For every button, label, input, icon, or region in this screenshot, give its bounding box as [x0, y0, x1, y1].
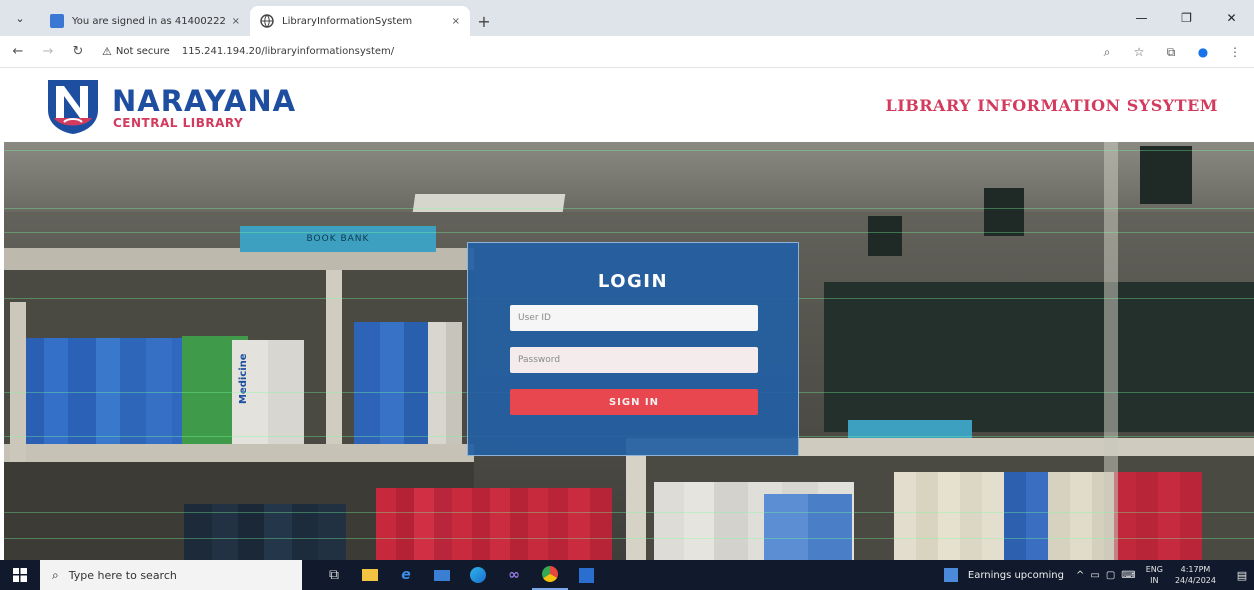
search-placeholder: Type here to search: [68, 568, 177, 582]
password-input[interactable]: [510, 347, 758, 373]
chevron-down-icon: ⌄: [15, 11, 25, 25]
zoom-icon[interactable]: ⌕: [1096, 40, 1118, 64]
back-shelf: [824, 282, 1254, 432]
brand-subtitle: CENTRAL LIBRARY: [113, 116, 244, 130]
url-text[interactable]: 115.241.194.20/libraryinformationsystem/: [182, 46, 394, 57]
site-favicon-icon: [50, 14, 64, 28]
window: [984, 188, 1024, 236]
address-bar[interactable]: ⚠ Not secure 115.241.194.20/libraryinfor…: [102, 40, 1002, 64]
keyboard-icon[interactable]: ⌨: [1121, 570, 1135, 581]
scan-line: [4, 232, 1254, 233]
news-text: Earnings upcoming: [967, 569, 1064, 581]
input-language[interactable]: ENG IN: [1146, 564, 1163, 586]
login-title: LOGIN: [597, 271, 669, 292]
forward-button[interactable]: →: [36, 40, 60, 64]
task-view-icon[interactable]: ⧉: [316, 560, 352, 590]
clock-date: 24/4/2024: [1174, 576, 1216, 585]
battery-icon[interactable]: ▭: [1090, 570, 1099, 581]
scan-line: [4, 150, 1254, 151]
tab-title: You are signed in as 41400222: [72, 15, 226, 27]
book-row: [894, 472, 1224, 560]
outlook-icon[interactable]: [568, 560, 604, 590]
site-header: NARAYANA CENTRAL LIBRARY LIBRARY INFORMA…: [0, 68, 1254, 142]
profile-icon[interactable]: ●: [1192, 40, 1214, 64]
tab-search-button[interactable]: ⌄: [0, 0, 40, 36]
site-title: LIBRARY INFORMATION SYSYTEM: [885, 96, 1218, 115]
shelf-upright: [1104, 142, 1118, 560]
narayana-logo: [46, 78, 100, 134]
tab-title: LibraryInformationSystem: [282, 15, 413, 27]
window-controls: — ❐ ✕: [1119, 0, 1254, 36]
tab-signed-in[interactable]: You are signed in as 41400222 ×: [40, 6, 250, 36]
shelf-upright: [626, 438, 646, 560]
restore-button[interactable]: ❐: [1164, 0, 1209, 36]
book-row: [354, 322, 464, 446]
lang-region: IN: [1150, 576, 1159, 585]
tab-close-icon[interactable]: ×: [452, 16, 460, 27]
back-button[interactable]: ←: [6, 40, 30, 64]
ceiling-light: [412, 194, 566, 212]
globe-icon: [260, 14, 274, 28]
security-status[interactable]: Not secure: [116, 46, 170, 57]
tray-icons: ^ ▭ ▢ ⌨: [1076, 570, 1136, 581]
edge-icon[interactable]: [460, 560, 496, 590]
taskbar-clock[interactable]: 4:17PM 24/4/2024: [1175, 564, 1216, 586]
start-button[interactable]: [0, 560, 40, 590]
notification-icon[interactable]: ▤: [1230, 560, 1254, 590]
book-bank-sign: BOOK BANK: [240, 226, 436, 252]
window: [1140, 146, 1192, 204]
extensions-icon[interactable]: ⧉: [1160, 40, 1182, 64]
reload-button[interactable]: ↻: [66, 40, 90, 64]
network-icon[interactable]: ▢: [1106, 570, 1115, 581]
browser-tab-strip: ⌄ You are signed in as 41400222 × Librar…: [0, 0, 1254, 36]
scan-line: [4, 512, 1254, 513]
shelf-mid: [4, 444, 474, 462]
app-icon[interactable]: ∞: [496, 560, 532, 590]
window: [868, 216, 902, 256]
news-icon: [943, 568, 958, 582]
minimize-button[interactable]: —: [1119, 0, 1164, 36]
book-row: [376, 488, 612, 560]
browser-toolbar: ← → ↻ ⚠ Not secure 115.241.194.20/librar…: [0, 36, 1254, 68]
new-tab-button[interactable]: +: [470, 6, 498, 36]
windows-taskbar: ⌕ Type here to search ⧉ e ∞ Earnings upc…: [0, 560, 1254, 590]
system-tray: Earnings upcoming ^ ▭ ▢ ⌨ ENG IN 4:17PM …: [943, 560, 1254, 590]
ceiling: [4, 142, 1254, 212]
lang-code: ENG: [1145, 565, 1163, 574]
book-row: [764, 494, 854, 560]
chevron-up-icon[interactable]: ^: [1076, 570, 1084, 581]
scan-line: [4, 538, 1254, 539]
windows-logo-icon: [13, 568, 27, 582]
book-row: [18, 338, 198, 444]
toolbar-actions: ⌕ ☆ ⧉ ● ⋮: [1096, 40, 1246, 64]
shelf-sign: [848, 420, 972, 440]
login-panel: LOGIN SIGN IN: [467, 242, 799, 456]
taskbar-apps: ⧉ e ∞: [316, 560, 604, 590]
brand-name: NARAYANA: [112, 84, 297, 118]
warning-icon: ⚠: [102, 45, 112, 58]
file-explorer-icon[interactable]: [352, 560, 388, 590]
bookmark-star-icon[interactable]: ☆: [1128, 40, 1150, 64]
clock-time: 4:17PM: [1180, 565, 1211, 574]
mail-icon[interactable]: [424, 560, 460, 590]
tab-library-system[interactable]: LibraryInformationSystem ×: [250, 6, 470, 36]
chrome-icon[interactable]: [532, 560, 568, 590]
user-id-input[interactable]: [510, 305, 758, 331]
sign-in-button[interactable]: SIGN IN: [510, 389, 758, 415]
search-icon: ⌕: [52, 567, 59, 582]
close-window-button[interactable]: ✕: [1209, 0, 1254, 36]
tab-close-icon[interactable]: ×: [232, 16, 240, 27]
more-menu-icon[interactable]: ⋮: [1224, 40, 1246, 64]
ie-icon[interactable]: e: [388, 560, 424, 590]
scan-line: [4, 208, 1254, 209]
news-widget[interactable]: Earnings upcoming: [943, 568, 1064, 582]
book-spine-label: Medicine: [238, 353, 249, 404]
taskbar-search[interactable]: ⌕ Type here to search: [40, 560, 302, 590]
